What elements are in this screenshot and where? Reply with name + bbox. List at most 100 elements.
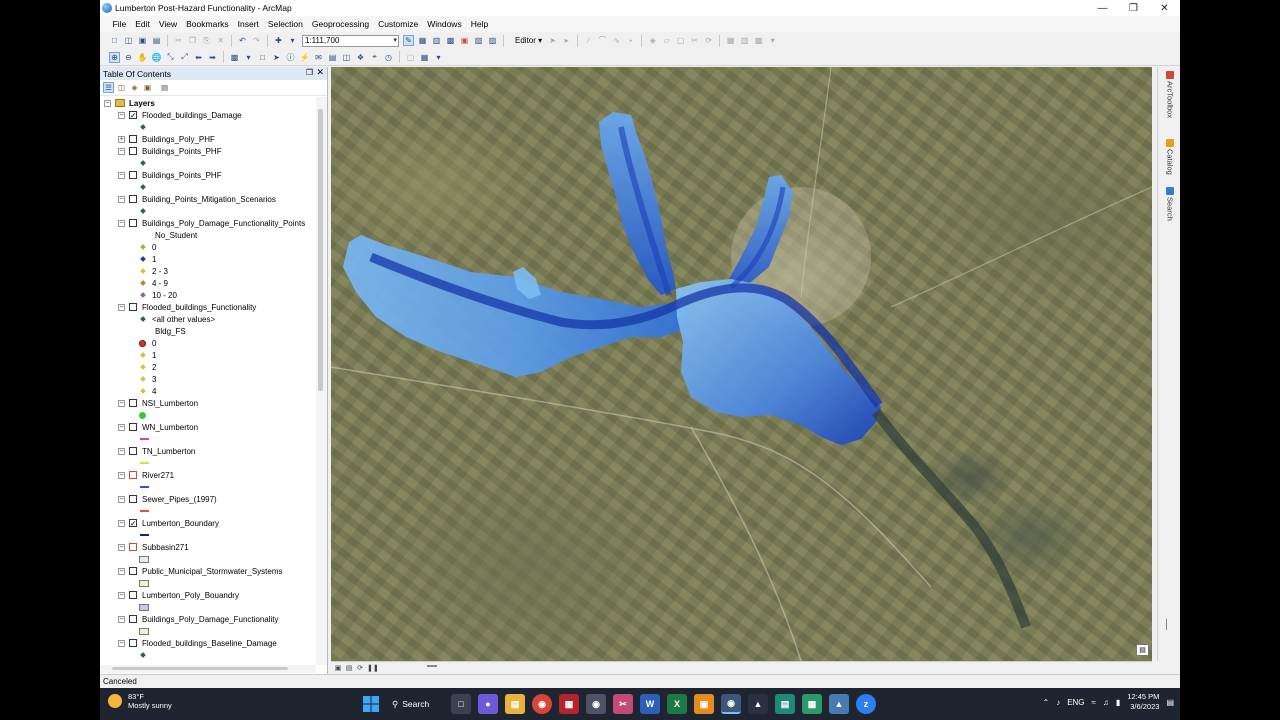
collapse-icon[interactable]: −: [118, 616, 125, 623]
map-display[interactable]: [331, 67, 1152, 661]
paste-icon[interactable]: ⎘: [201, 35, 212, 46]
toc-options-icon[interactable]: ▤: [159, 82, 170, 93]
layer-visibility-checkbox[interactable]: [129, 135, 137, 143]
app-green-icon[interactable]: ▦: [802, 694, 822, 714]
menu-geoprocessing[interactable]: Geoprocessing: [307, 19, 373, 29]
search-window-icon[interactable]: ▩: [445, 35, 456, 46]
collapse-icon[interactable]: −: [118, 424, 125, 431]
undo-icon[interactable]: ↶: [237, 35, 248, 46]
new-document-icon[interactable]: □: [109, 35, 120, 46]
straight-segment-icon[interactable]: ∕: [583, 35, 594, 46]
volume-icon[interactable]: ♫: [1103, 698, 1109, 707]
app-notification-icon[interactable]: ◉: [586, 694, 606, 714]
print-icon[interactable]: ▤: [151, 35, 162, 46]
reshape-icon[interactable]: ▱: [661, 35, 672, 46]
collapse-icon[interactable]: −: [118, 400, 125, 407]
time-slider-icon[interactable]: ◷: [383, 52, 394, 63]
taskbar-search[interactable]: ⚲ Search: [388, 694, 444, 714]
previous-extent-icon[interactable]: ⬅: [193, 52, 204, 63]
layer-visibility-checkbox[interactable]: [129, 567, 137, 575]
collapse-icon[interactable]: −: [118, 496, 125, 503]
app-orange-icon[interactable]: ▣: [694, 694, 714, 714]
trace-icon[interactable]: ∿: [611, 35, 622, 46]
menu-selection[interactable]: Selection: [263, 19, 307, 29]
snipping-tool-icon[interactable]: ✂: [613, 694, 633, 714]
editor-menu-button[interactable]: Editor ▾: [512, 36, 545, 45]
editor-overflow-icon[interactable]: ▾: [767, 35, 778, 46]
teams-chat-icon[interactable]: ●: [478, 694, 498, 714]
start-windows-icon[interactable]: [361, 694, 381, 714]
collapse-icon[interactable]: −: [118, 544, 125, 551]
identify-icon[interactable]: ⓘ: [285, 52, 296, 63]
task-view-icon[interactable]: □: [451, 694, 471, 714]
zoom-in-icon[interactable]: ⊕: [109, 51, 120, 63]
menu-view[interactable]: View: [154, 19, 181, 29]
layout-view-icon[interactable]: ▤: [345, 664, 353, 672]
pin-icon[interactable]: ❒: [306, 68, 313, 77]
scrollbar-thumb[interactable]: [318, 109, 323, 391]
point-icon[interactable]: ⋆: [625, 35, 636, 46]
menu-help[interactable]: Help: [466, 19, 492, 29]
arctoolbox-icon[interactable]: ▣: [459, 35, 470, 46]
layer-visibility-checkbox[interactable]: ✓: [129, 111, 137, 120]
layer-visibility-checkbox[interactable]: [129, 171, 137, 179]
python-window-icon[interactable]: ▧: [473, 35, 484, 46]
collapse-icon[interactable]: −: [118, 172, 125, 179]
layer-visibility-checkbox[interactable]: [129, 147, 137, 155]
layer-visibility-checkbox[interactable]: [129, 399, 137, 407]
collapse-icon[interactable]: −: [118, 304, 125, 311]
app-red-icon[interactable]: ▦: [559, 694, 579, 714]
layer-row[interactable]: − Buildings_Points_PHF: [100, 170, 310, 182]
collapse-icon[interactable]: −: [118, 448, 125, 455]
layer-visibility-checkbox[interactable]: ✓: [129, 519, 137, 528]
editor-toolbar-icon[interactable]: ✎: [403, 35, 414, 46]
find-route-icon[interactable]: ❖: [355, 52, 366, 63]
toc-close-icon[interactable]: ✕: [316, 67, 324, 78]
close-button[interactable]: ✕: [1149, 0, 1180, 16]
find-icon[interactable]: ◫: [341, 52, 352, 63]
full-extent-icon[interactable]: 🌐: [151, 52, 162, 63]
word-icon[interactable]: W: [640, 694, 660, 714]
layer-visibility-checkbox[interactable]: [129, 303, 137, 311]
html-popup-icon[interactable]: ✉: [313, 52, 324, 63]
microphone-icon[interactable]: ♪: [1056, 698, 1060, 707]
menu-file[interactable]: File: [108, 19, 131, 29]
cut-polygons-icon[interactable]: ▢: [675, 35, 686, 46]
attributes-icon[interactable]: ▦: [725, 35, 736, 46]
fixed-zoom-in-icon[interactable]: ⤡: [165, 52, 176, 63]
layer-visibility-checkbox[interactable]: [129, 219, 137, 227]
data-view-icon[interactable]: ▣: [334, 664, 342, 672]
layer-row[interactable]: − ✓ Lumberton_Boundary: [100, 518, 310, 530]
chrome-icon[interactable]: ◉: [532, 694, 552, 714]
layer-visibility-checkbox[interactable]: [129, 495, 137, 503]
sketch-properties-icon[interactable]: ▥: [739, 35, 750, 46]
layer-row[interactable]: − River271: [100, 470, 310, 482]
add-data-dropdown-icon[interactable]: ▾: [287, 35, 298, 46]
layer-visibility-checkbox[interactable]: [129, 639, 137, 647]
layer-visibility-checkbox[interactable]: [129, 447, 137, 455]
open-folder-icon[interactable]: ◫: [123, 35, 134, 46]
toc-vertical-scrollbar[interactable]: [316, 97, 327, 665]
maximize-button[interactable]: ❐: [1118, 0, 1149, 16]
wifi-icon[interactable]: ≈: [1092, 698, 1096, 707]
expand-icon[interactable]: +: [118, 136, 125, 143]
collapse-icon[interactable]: −: [118, 472, 125, 479]
layer-row[interactable]: − TN_Lumberton: [100, 446, 310, 458]
battery-icon[interactable]: ▮: [1116, 698, 1120, 707]
layer-row[interactable]: − Buildings_Points_PHF: [100, 146, 310, 158]
clear-selection-icon[interactable]: □: [257, 52, 268, 63]
layer-row[interactable]: − NSI_Lumberton: [100, 398, 310, 410]
layer-visibility-checkbox[interactable]: [129, 471, 137, 479]
refresh-view-icon[interactable]: ⟳: [356, 664, 364, 672]
app-image-icon[interactable]: ▲: [829, 694, 849, 714]
layer-row[interactable]: − Sewer_Pipes_(1997): [100, 494, 310, 506]
layer-visibility-checkbox[interactable]: [129, 543, 137, 551]
excel-icon[interactable]: X: [667, 694, 687, 714]
layer-row[interactable]: − Flooded_buildings_Baseline_Damage: [100, 638, 310, 650]
list-by-selection-icon[interactable]: ▣: [142, 82, 153, 93]
select-features-icon[interactable]: ▩: [229, 52, 240, 63]
layer-row[interactable]: − WN_Lumberton: [100, 422, 310, 434]
tools-overflow-icon[interactable]: ▾: [433, 52, 444, 63]
edit-tool-icon[interactable]: ➤: [547, 35, 558, 46]
arcgis-pro-icon[interactable]: ▲: [748, 694, 768, 714]
